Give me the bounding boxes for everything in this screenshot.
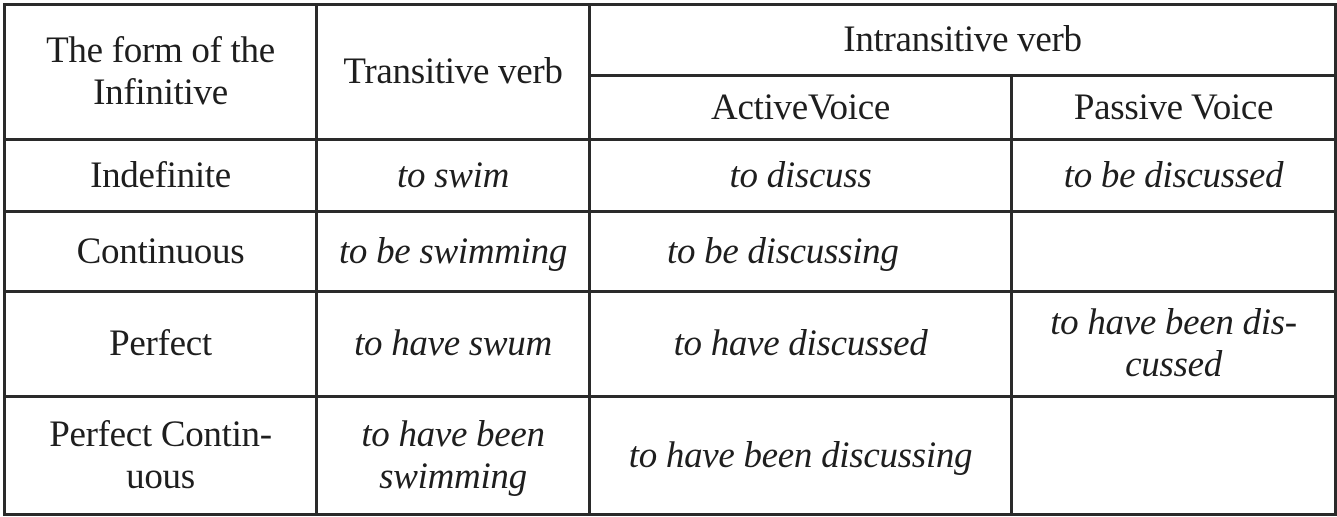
cell-transitive: to have swum — [315, 290, 591, 398]
infinitive-forms-table-container: The form of the Infinitive Transitive ve… — [3, 3, 1337, 516]
table-row: Continuous to be swimming to be discussi… — [3, 210, 1337, 293]
cell-passive: to have been dis- cussed — [1010, 290, 1337, 398]
infinitive-forms-table: The form of the Infinitive Transitive ve… — [3, 3, 1337, 516]
cell-transitive: to swim — [315, 138, 591, 213]
cell-passive: to be discussed — [1010, 138, 1337, 213]
cell-line: Perfect — [109, 323, 212, 364]
cell-line: uous — [126, 455, 195, 497]
cell-passive-empty — [1010, 395, 1337, 516]
cell-line: to have been dis- — [1050, 302, 1297, 343]
cell-line: to discuss — [729, 154, 872, 196]
table-row: Indefinite to swim to discuss to be disc… — [3, 138, 1337, 213]
header-passive-voice: Passive Voice — [1010, 74, 1337, 141]
cell-line: cussed — [1125, 344, 1222, 385]
cell-line: swimming — [379, 455, 527, 497]
cell-active: to have discussed — [588, 290, 1013, 398]
cell-form: Perfect — [3, 290, 318, 398]
header-intransitive: Intransitive verb — [588, 3, 1337, 77]
cell-line: to have swum — [354, 323, 552, 364]
cell-form: Continuous — [3, 210, 318, 293]
cell-line: to have been — [361, 413, 545, 455]
table-row: Perfect to have swum to have discussed t… — [3, 290, 1337, 398]
header-row-1: The form of the Infinitive Transitive ve… — [3, 3, 1337, 141]
header-form-line-1: The form of the — [46, 30, 275, 71]
cell-active: to have been discussing — [588, 395, 1013, 516]
cell-form: Perfect Contin- uous — [3, 395, 318, 516]
cell-line: Perfect Contin- — [49, 413, 272, 455]
header-form: The form of the Infinitive — [3, 3, 318, 141]
cell-line: to have been discussing — [628, 434, 973, 476]
cell-line: to be discussed — [1063, 154, 1284, 196]
cell-line: Indefinite — [90, 154, 231, 196]
cell-active: to be discussing — [588, 210, 1013, 293]
cell-line: to be discussing — [667, 230, 899, 272]
cell-transitive: to be swimming — [315, 210, 591, 293]
cell-line: to be swimming — [338, 230, 568, 272]
cell-line: to have discussed — [673, 323, 928, 364]
header-active-voice: ActiveVoice — [588, 74, 1013, 141]
cell-form: Indefinite — [3, 138, 318, 213]
table-row: Perfect Contin- uous to have been swimmi… — [3, 395, 1337, 516]
cell-transitive: to have been swimming — [315, 395, 591, 516]
header-transitive: Transitive verb — [315, 3, 591, 141]
cell-passive-empty — [1010, 210, 1337, 293]
header-form-line-2: Infinitive — [93, 72, 228, 113]
cell-line: Continuous — [76, 230, 245, 272]
cell-line: to swim — [396, 154, 509, 196]
cell-active: to discuss — [588, 138, 1013, 213]
